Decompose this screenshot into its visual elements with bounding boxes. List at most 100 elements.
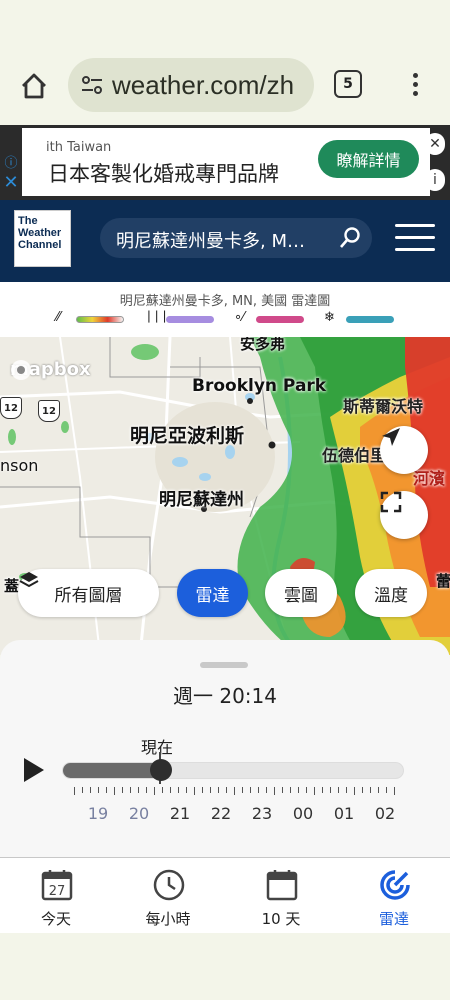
menu-icon[interactable] [395,224,435,260]
timeline-tick [242,787,243,793]
logo-line: The [18,215,38,227]
locate-me-button[interactable] [380,426,428,474]
ad-options-icon[interactable]: i [425,169,445,191]
timeline-tick [274,787,275,795]
timeline-tick [154,787,155,795]
sleet-icon: ∘⁄ [234,310,245,325]
timeline-tick [170,787,171,793]
logo-line: Weather [18,227,62,239]
timeline-tick [306,787,307,793]
timeline-hour-label[interactable]: 21 [165,804,195,823]
tab-switcher-button[interactable]: 5 [334,70,362,98]
city-label: 明尼蘇達州 [159,490,244,510]
nav-label: 雷達 [378,910,409,928]
timeline-tick [362,787,363,793]
timeline-tick [202,787,203,793]
ad-advertiser: ith Taiwan [46,140,112,155]
ad-close-icon[interactable]: ✕ [0,171,22,193]
drag-handle[interactable] [200,662,248,668]
timeline-tick [394,787,395,795]
city-label: 蓋 [4,577,20,595]
fullscreen-button[interactable] [380,491,428,539]
timeline-ticks [74,787,395,795]
timeline-thumb[interactable] [150,759,172,781]
timeline-tick [210,787,211,793]
timeline-tick [258,787,259,793]
timeline-tick [338,787,339,793]
browser-menu-icon[interactable] [405,70,425,100]
ad-dismiss-icon[interactable]: ✕ [425,133,445,155]
timeline-tick [322,787,323,793]
timeline-hour-label[interactable]: 01 [329,804,359,823]
timeline-tick [138,787,139,793]
logo-line: Channel [18,239,62,251]
layer-label: 雲圖 [284,585,318,606]
search-input[interactable]: 明尼蘇達州曼卡多, M… [116,227,328,253]
layer-temperature-button[interactable]: 溫度 [355,569,427,617]
search-icon[interactable] [338,226,362,254]
city-label: 安多弗 [240,337,286,353]
timeline-hour-label[interactable]: 23 [247,804,277,823]
timeline-tick [386,787,387,793]
ad-cta-button[interactable]: 瞭解詳情 [318,140,419,178]
bottom-navigation: 27 今天 每小時 10 天 雷達 [0,857,450,933]
rain-legend-bar [76,316,124,323]
radar-map[interactable]: mapbox 安多弗 Brooklyn Park 斯蒂爾沃特 明尼亞波利斯 伍德… [0,337,450,655]
home-icon[interactable] [14,66,54,106]
timeline-tick [186,787,187,793]
timeline-hour-label[interactable]: 20 [124,804,154,823]
play-icon[interactable] [24,758,44,782]
url-text: weather.com/zh [112,70,295,100]
site-settings-icon[interactable] [80,73,104,101]
site-header: The Weather Channel 明尼蘇達州曼卡多, M… [0,200,450,282]
now-label: 現在 [141,738,174,757]
ad-banner: ith Taiwan 日本客製化婚戒專門品牌 瞭解詳情 ⓘ ✕ ✕ i [0,125,450,200]
layer-label: 所有圖層 [54,585,123,606]
browser-toolbar: weather.com/zh 5 [0,0,450,125]
address-bar[interactable]: weather.com/zh [68,58,314,112]
timeline-slider[interactable] [62,762,404,779]
nav-10-day[interactable]: 10 天 [225,858,337,934]
timeline-tick [378,787,379,793]
radar-icon [380,870,410,900]
nav-label: 每小時 [145,910,191,928]
timeline-hour-label[interactable]: 00 [288,804,318,823]
timeline-tick [266,787,267,793]
timeline-hour-label[interactable]: 02 [370,804,400,823]
timeline-tick [354,787,355,795]
timeline-tick [346,787,347,793]
nav-hourly[interactable]: 每小時 [112,858,224,934]
twc-logo[interactable]: The Weather Channel [14,210,71,267]
timeline-tick [226,787,227,793]
nav-today[interactable]: 27 今天 [0,858,112,934]
timeline-hour-label[interactable]: 22 [206,804,236,823]
all-layers-button[interactable]: 所有圖層 [18,569,159,617]
layer-radar-button[interactable]: 雷達 [177,569,248,617]
calendar-day-icon: 27 [41,870,73,901]
ad-info-icon[interactable]: ⓘ [0,150,22,172]
layer-clouds-button[interactable]: 雲圖 [265,569,337,617]
snow-icon: ❄ [324,310,335,325]
mixed-legend-bar [166,316,214,323]
current-time: 週一 20:14 [173,684,277,708]
timeline-tick [250,787,251,793]
system-nav-area [0,933,450,1000]
layers-icon [19,572,39,588]
layer-label: 溫度 [374,585,408,606]
location-search[interactable]: 明尼蘇達州曼卡多, M… [100,218,372,258]
timeline-tick [298,787,299,793]
mixed-icon: ᛁᛁᛁ [145,310,169,325]
timeline-tick [122,787,123,793]
city-label: nson [0,456,39,475]
calendar-day-number: 27 [49,884,66,899]
timeline-tick [234,787,235,795]
timeline-hour-label[interactable]: 19 [83,804,113,823]
timeline-tick [290,787,291,793]
timeline-tick [162,787,163,793]
mapbox-attribution[interactable]: mapbox [10,359,91,380]
navigation-arrow-icon [382,428,400,446]
ad-content[interactable]: ith Taiwan 日本客製化婚戒專門品牌 瞭解詳情 [22,128,430,196]
timeline-tick [178,787,179,793]
nav-radar[interactable]: 雷達 [338,858,450,934]
timeline-tick [218,787,219,793]
